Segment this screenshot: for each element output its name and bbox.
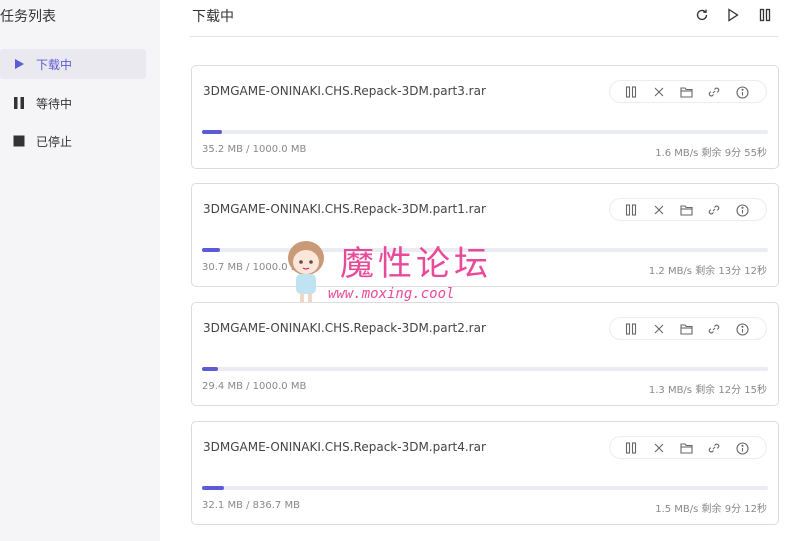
pause-icon[interactable] (623, 321, 639, 337)
progress-track (202, 130, 768, 134)
task-speed: 1.2 MB/s 剩余 13分 12秒 (648, 266, 767, 277)
watermark-url: www.moxing.cool (328, 286, 455, 302)
pause-icon[interactable] (623, 84, 639, 100)
pause-icon (0, 97, 36, 109)
task-speed: 1.6 MB/s 剩余 9分 55秒 (655, 148, 767, 159)
info-icon[interactable] (734, 321, 750, 337)
pause-icon[interactable] (623, 440, 639, 456)
progress-track (202, 248, 768, 252)
folder-icon[interactable] (678, 202, 694, 218)
link-icon[interactable] (706, 440, 722, 456)
pause-all-button[interactable] (755, 5, 775, 25)
sidebar-item-label: 已停止 (36, 134, 73, 149)
task-name: 3DMGAME-ONINAKI.CHS.Repack-3DM.part2.rar (203, 321, 486, 335)
task-card[interactable]: 3DMGAME-ONINAKI.CHS.Repack-3DM.part3.rar… (191, 65, 779, 169)
link-icon[interactable] (706, 202, 722, 218)
task-speed: 1.3 MB/s 剩余 12分 15秒 (648, 385, 767, 396)
task-actions (609, 198, 767, 221)
task-name: 3DMGAME-ONINAKI.CHS.Repack-3DM.part3.rar (203, 84, 486, 98)
link-icon[interactable] (706, 321, 722, 337)
task-size: 29.4 MB / 1000.0 MB (202, 381, 307, 392)
info-icon[interactable] (734, 440, 750, 456)
task-speed: 1.5 MB/s 剩余 9分 12秒 (655, 504, 767, 515)
folder-icon[interactable] (678, 84, 694, 100)
task-card[interactable]: 3DMGAME-ONINAKI.CHS.Repack-3DM.part2.rar… (191, 302, 779, 406)
folder-icon[interactable] (678, 321, 694, 337)
sidebar-item-label: 等待中 (36, 96, 73, 111)
sidebar-title: 任务列表 (0, 9, 56, 25)
sidebar: 任务列表 下载中 等待中 已停止 (0, 0, 160, 541)
sidebar-item-downloading[interactable]: 下载中 (0, 49, 146, 79)
task-card[interactable]: 3DMGAME-ONINAKI.CHS.Repack-3DM.part1.rar… (191, 183, 779, 287)
task-size: 35.2 MB / 1000.0 MB (202, 144, 307, 155)
progress-fill (202, 367, 219, 371)
refresh-icon[interactable] (692, 5, 712, 25)
delete-icon[interactable] (651, 84, 667, 100)
sidebar-item-waiting[interactable]: 等待中 (0, 88, 146, 118)
stop-icon (0, 135, 36, 147)
task-name: 3DMGAME-ONINAKI.CHS.Repack-3DM.part4.rar (203, 440, 486, 454)
progress-fill (202, 248, 220, 252)
page-title: 下载中 (192, 9, 234, 25)
progress-track (202, 486, 768, 490)
task-actions (609, 317, 767, 340)
delete-icon[interactable] (651, 321, 667, 337)
info-icon[interactable] (734, 84, 750, 100)
task-actions (609, 80, 767, 103)
task-size: 32.1 MB / 836.7 MB (202, 500, 300, 511)
info-icon[interactable] (734, 202, 750, 218)
play-all-button[interactable] (723, 5, 743, 25)
link-icon[interactable] (706, 84, 722, 100)
delete-icon[interactable] (651, 440, 667, 456)
task-card[interactable]: 3DMGAME-ONINAKI.CHS.Repack-3DM.part4.rar… (191, 421, 779, 525)
progress-track (202, 367, 768, 371)
sidebar-item-label: 下载中 (36, 57, 73, 72)
progress-fill (202, 486, 224, 490)
folder-icon[interactable] (678, 440, 694, 456)
progress-fill (202, 130, 222, 134)
delete-icon[interactable] (651, 202, 667, 218)
task-actions (609, 436, 767, 459)
pause-icon[interactable] (623, 202, 639, 218)
play-icon (0, 58, 36, 70)
sidebar-item-stopped[interactable]: 已停止 (0, 126, 146, 156)
task-name: 3DMGAME-ONINAKI.CHS.Repack-3DM.part1.rar (203, 202, 486, 216)
header-divider (190, 36, 778, 37)
task-size: 30.7 MB / 1000.0 MB (202, 262, 307, 273)
